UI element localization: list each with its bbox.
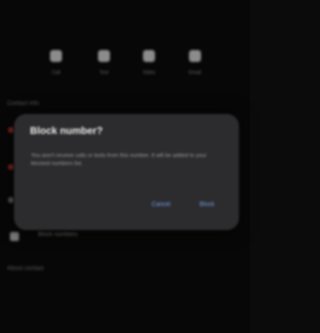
block-number-dialog: Block number? You won't receive calls or…: [14, 114, 239, 230]
cancel-button[interactable]: Cancel: [144, 200, 178, 210]
block-button[interactable]: Block: [192, 200, 222, 210]
dialog-title: Block number?: [30, 126, 103, 137]
dialog-message: You won't receive calls or texts from th…: [31, 153, 207, 167]
